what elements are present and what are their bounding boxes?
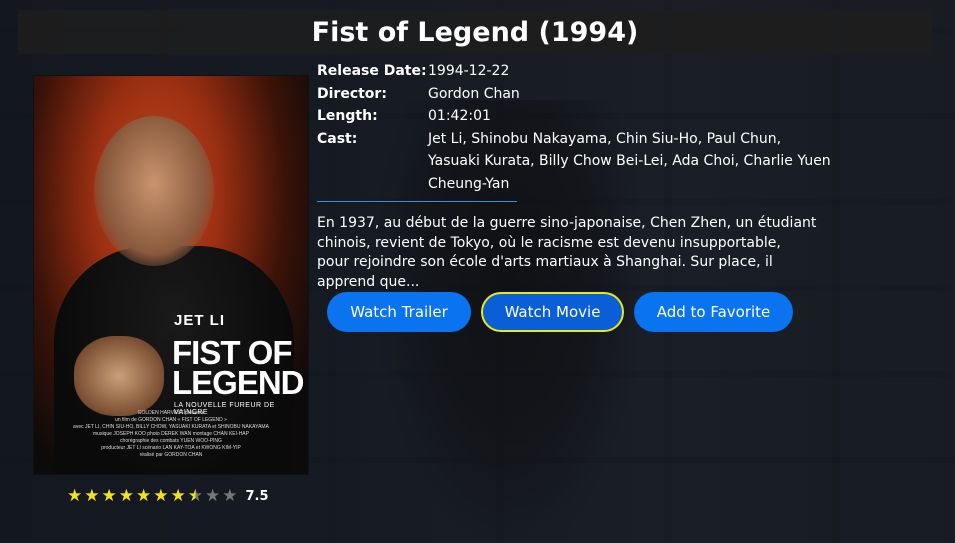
poster-credits: GOLDEN HARVEST présente un film de GORDO… <box>44 410 298 459</box>
poster-credit-line: musique JOSEPH KOO photo DEREK WAN monta… <box>93 431 249 437</box>
star-icon: ★ <box>136 486 152 506</box>
star-icon: ★ <box>153 486 169 506</box>
title-bar: Fist of Legend (1994) <box>18 10 932 54</box>
action-buttons: Watch Trailer Watch Movie Add to Favorit… <box>327 292 793 332</box>
detail-value: Jet Li, Shinobu Nakayama, Chin Siu-Ho, P… <box>428 130 831 192</box>
movie-poster: JET LI FIST OF LEGEND LA NOUVELLE FUREUR… <box>33 75 309 475</box>
star-icon: ★ <box>187 486 203 506</box>
poster-title-line2: LEGEND <box>172 364 305 401</box>
detail-value: 1994-12-22 <box>428 63 510 79</box>
poster-credit-line: un film de GORDON CHAN « FIST OF LEGEND … <box>115 417 227 423</box>
watch-trailer-button[interactable]: Watch Trailer <box>327 292 471 332</box>
poster-figure-fist <box>74 336 164 416</box>
poster-credit-line: GOLDEN HARVEST présente <box>137 410 205 416</box>
poster-credit-line: avec JET LI, CHIN SIU-HO, BILLY CHOW, YA… <box>73 424 269 430</box>
divider <box>317 201 517 202</box>
movie-title: Fist of Legend (1994) <box>311 16 639 48</box>
rating-value: 7.5 <box>245 488 269 504</box>
detail-release-date: Release Date: 1994-12-22 <box>317 60 837 83</box>
detail-value: Gordon Chan <box>428 85 520 102</box>
star-icon: ★ <box>170 486 186 506</box>
poster-credit-line: chorégraphie des combats YUEN WOO-PING <box>120 438 222 444</box>
detail-value: 01:42:01 <box>428 108 491 124</box>
detail-label: Length: <box>317 108 378 124</box>
watch-movie-button[interactable]: Watch Movie <box>481 292 624 332</box>
star-icon: ★ <box>222 486 238 506</box>
poster-figure-face <box>94 116 214 266</box>
star-icon: ★ <box>101 486 117 506</box>
detail-director: Director: Gordon Chan <box>317 83 837 106</box>
detail-length: Length: 01:42:01 <box>317 105 837 128</box>
star-icon: ★ <box>67 486 83 506</box>
detail-label: Cast: <box>317 130 358 147</box>
poster-title: FIST OF LEGEND <box>172 336 305 401</box>
poster-credit-line: producteur JET LI scénario LAN KAY-TOA e… <box>101 445 241 451</box>
poster-credit-line: réalisé par GORDON CHAN <box>139 452 203 458</box>
star-icon: ★ <box>205 486 221 506</box>
star-rating: ★ ★ ★ ★ ★ ★ ★ ★ ★ ★ 7.5 <box>67 487 269 505</box>
synopsis: En 1937, au début de la guerre sino-japo… <box>317 215 817 290</box>
detail-label: Director: <box>317 85 387 102</box>
poster-actor: JET LI <box>174 312 226 329</box>
detail-label: Release Date: <box>317 63 427 79</box>
movie-details: Release Date: 1994-12-22 Director: Gordo… <box>317 60 837 202</box>
detail-cast: Cast: Jet Li, Shinobu Nakayama, Chin Siu… <box>317 128 837 196</box>
star-icon: ★ <box>84 486 100 506</box>
add-to-favorite-button[interactable]: Add to Favorite <box>634 292 793 332</box>
star-icon: ★ <box>118 486 134 506</box>
